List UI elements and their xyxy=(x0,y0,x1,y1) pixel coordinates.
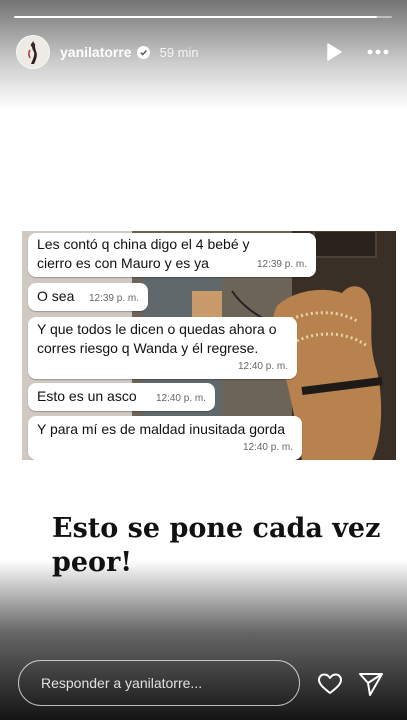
story-progress-bar xyxy=(14,16,392,18)
message-time: 12:40 p. m. xyxy=(155,393,206,404)
verified-badge-icon xyxy=(136,45,150,59)
story-header: yanilatorre 59 min xyxy=(16,34,391,70)
message-bubble: Esto es un asco 12:40 p. m. xyxy=(28,383,215,411)
message-bubble: Les contó q china digo el 4 bebé y cierr… xyxy=(28,233,316,277)
message-bubble: Y para mí es de maldad inusitada gorda 1… xyxy=(28,416,302,460)
message-text: Les contó q china digo el 4 bebé y cierr… xyxy=(37,236,250,271)
message-text: Y que todos le dicen o quedas ahora o co… xyxy=(37,321,277,356)
message-bubble: O sea 12:39 p. m. xyxy=(28,283,148,311)
story-caption: Esto se pone cada vez peor! xyxy=(52,513,381,578)
message-time: 12:39 p. m. xyxy=(256,259,307,270)
username[interactable]: yanilatorre xyxy=(60,44,132,60)
story-progress-fill xyxy=(14,16,377,18)
avatar[interactable] xyxy=(16,35,50,69)
message-time: 12:40 p. m. xyxy=(242,442,293,453)
message-bubble: Y que todos le dicen o quedas ahora o co… xyxy=(28,317,297,379)
message-time: 12:39 p. m. xyxy=(88,293,139,304)
heart-icon[interactable] xyxy=(316,670,344,698)
avatar-image xyxy=(17,36,49,68)
message-text: Y para mí es de maldad inusitada gorda xyxy=(37,421,286,437)
reply-box[interactable] xyxy=(18,660,300,706)
post-time: 59 min xyxy=(159,44,199,60)
send-icon[interactable] xyxy=(357,670,385,698)
more-icon[interactable] xyxy=(365,39,391,65)
play-icon[interactable] xyxy=(321,39,347,65)
message-time: 12:40 p. m. xyxy=(237,361,288,372)
reply-input[interactable] xyxy=(39,674,283,692)
chat-screenshot: Les contó q china digo el 4 bebé y cierr… xyxy=(22,231,396,460)
